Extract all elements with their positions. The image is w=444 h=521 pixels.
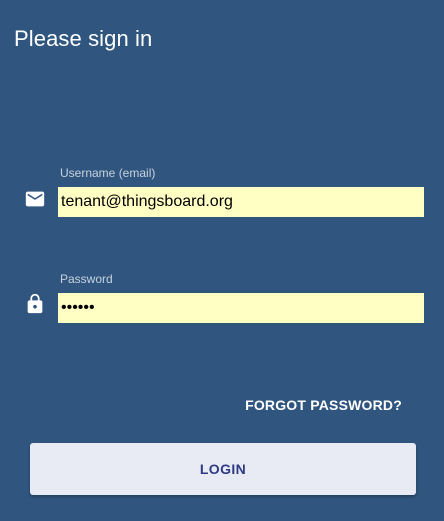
lock-icon (24, 293, 46, 315)
password-label: Password (60, 272, 113, 286)
forgot-password-link[interactable]: FORGOT PASSWORD? (245, 397, 402, 413)
password-input[interactable] (58, 293, 424, 323)
page-title: Please sign in (14, 26, 153, 51)
username-label: Username (email) (60, 166, 156, 180)
email-icon (24, 188, 46, 210)
login-button[interactable]: LOGIN (30, 443, 416, 495)
username-input[interactable] (58, 187, 424, 217)
